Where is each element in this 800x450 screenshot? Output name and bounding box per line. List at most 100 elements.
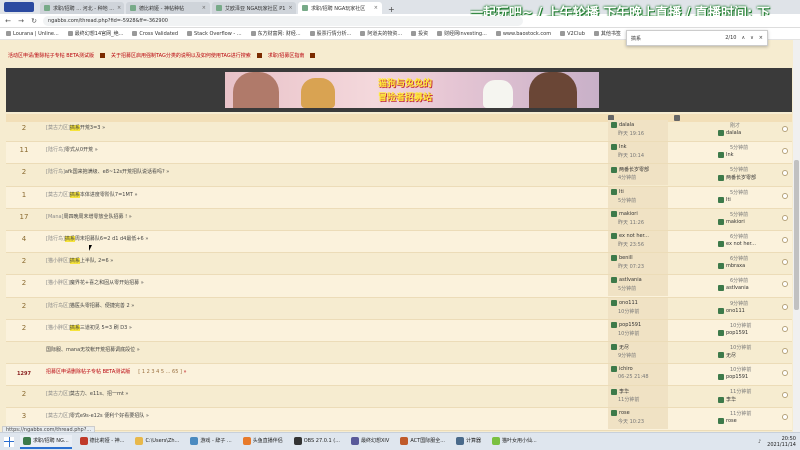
- last-reply-time[interactable]: 刚才: [730, 122, 740, 129]
- author-link[interactable]: Ink: [611, 144, 627, 151]
- open-thread-icon[interactable]: »: [134, 192, 137, 198]
- last-reply-user[interactable]: pop1591: [718, 329, 748, 336]
- author-link[interactable]: ichiro: [611, 366, 633, 373]
- open-thread-icon[interactable]: »: [110, 258, 113, 264]
- thread-title-link[interactable]: 国际服、mana无坟帐开荒招募调底段位 »: [46, 346, 506, 353]
- thread-select-radio[interactable]: [782, 126, 788, 132]
- open-thread-icon[interactable]: »: [146, 413, 149, 419]
- thread-title-link[interactable]: [陆行鸟]搞系周末招募队6=2 d1 d4最低+6 »: [46, 235, 506, 242]
- taskbar-app-button[interactable]: 最终幻想XIV: [348, 435, 392, 449]
- author-link[interactable]: 无尽: [611, 344, 629, 351]
- thread-select-radio[interactable]: [782, 414, 788, 421]
- thread-category[interactable]: [陆行鸟]: [46, 236, 65, 242]
- open-thread-icon[interactable]: »: [141, 280, 144, 286]
- bookmark-item[interactable]: www.baostock.com: [495, 31, 551, 37]
- thread-category[interactable]: [莫古力区]: [46, 192, 70, 198]
- last-reply-user[interactable]: ex not her...: [718, 240, 756, 247]
- thread-category[interactable]: [猫小胖区]: [46, 258, 70, 264]
- open-thread-icon[interactable]: »: [102, 125, 105, 131]
- open-thread-icon[interactable]: »: [145, 236, 148, 242]
- announcement-link[interactable]: 关于招募区启用强制TAG分类的说明以及如何使用TAG进行搜索: [111, 52, 251, 59]
- announcement-link[interactable]: 求职/招募区指南: [268, 52, 305, 59]
- thread-title-link[interactable]: [猫小胖区]魔界花+喜之和固从零开始招募 »: [46, 279, 506, 286]
- last-reply-user[interactable]: astlvania: [718, 285, 749, 292]
- thread-category[interactable]: [莫古力区]: [46, 125, 70, 131]
- last-reply-user[interactable]: Iti: [718, 196, 731, 203]
- tab-close-icon[interactable]: ×: [288, 5, 292, 11]
- last-reply-time[interactable]: 9分钟前: [730, 300, 748, 307]
- browser-tab-2[interactable]: 德比莉娅 - 神帖种帖 ×: [126, 2, 210, 14]
- tab-close-icon[interactable]: ×: [117, 5, 121, 11]
- thread-select-radio[interactable]: [782, 148, 788, 155]
- author-link[interactable]: ono111: [611, 299, 638, 306]
- open-thread-icon[interactable]: »: [129, 214, 132, 220]
- thread-title-link[interactable]: 招募区申请删除帖子专帖 BETA测试版[ 1 2 3 4 5 ... 65 ] …: [46, 368, 506, 375]
- taskbar-app-button[interactable]: OBS 27.0.1 (...: [291, 435, 343, 449]
- last-reply-user[interactable]: makiori: [718, 218, 745, 225]
- taskbar-app-button[interactable]: C:\Users\Zh...: [132, 435, 182, 449]
- last-reply-user[interactable]: 无尽: [718, 352, 736, 359]
- bookmark-item[interactable]: 投资: [411, 30, 428, 37]
- thread-select-radio[interactable]: [782, 347, 788, 354]
- thread-select-radio[interactable]: [782, 281, 788, 288]
- open-thread-icon[interactable]: »: [129, 325, 132, 331]
- page-scrollbar[interactable]: [793, 40, 800, 432]
- author-link[interactable]: Iti: [611, 188, 624, 195]
- clock[interactable]: 20:50 2021/11/14: [767, 436, 796, 448]
- bookmark-item[interactable]: Cross Validated: [132, 31, 178, 37]
- last-reply-user[interactable]: dalala: [718, 130, 741, 136]
- thread-select-radio[interactable]: [782, 325, 788, 332]
- thread-category[interactable]: [莫古力区]: [46, 391, 70, 397]
- forward-icon[interactable]: →: [17, 17, 25, 25]
- last-reply-time[interactable]: 6分钟前: [730, 233, 748, 240]
- windows-start-icon[interactable]: [4, 436, 14, 447]
- taskbar-app-button[interactable]: ACT国际服全...: [397, 435, 448, 449]
- thread-title-link[interactable]: [莫古力区]搞系开荒3=3 »: [46, 124, 506, 131]
- thread-category[interactable]: [陆行鸟]: [46, 169, 65, 175]
- thread-select-radio[interactable]: [782, 214, 788, 221]
- tab-close-icon[interactable]: ×: [202, 5, 206, 11]
- last-reply-user[interactable]: ono111: [718, 307, 745, 314]
- thread-category[interactable]: [Mana]: [46, 214, 64, 220]
- find-prev-icon[interactable]: ∧: [741, 35, 745, 41]
- taskbar-app-button[interactable]: 计算器: [453, 435, 484, 449]
- thread-category[interactable]: [猫小胖区]: [46, 280, 70, 286]
- author-link[interactable]: ex not her...: [611, 232, 649, 239]
- last-reply-time[interactable]: 5分钟前: [730, 144, 748, 151]
- thread-title-link[interactable]: [猫小胖区]搞系上半队, 2=6 »: [46, 257, 506, 265]
- author-link[interactable]: pop1591: [611, 321, 641, 328]
- tab-close-icon[interactable]: ×: [374, 5, 378, 11]
- bookmark-item[interactable]: 最终幻想14官网_绝...: [67, 30, 123, 37]
- last-reply-time[interactable]: 6分钟前: [730, 255, 748, 262]
- last-reply-time[interactable]: 10分钟前: [730, 322, 751, 329]
- last-reply-user[interactable]: 李华: [718, 396, 736, 403]
- last-reply-user[interactable]: mbraxa: [718, 263, 745, 270]
- author-link[interactable]: makiori: [611, 210, 638, 217]
- author-link[interactable]: 李华: [611, 388, 629, 395]
- taskbar-app-button[interactable]: 头鱼直播伴侣: [240, 435, 286, 449]
- taskbar-app-button[interactable]: 求职/招聘 NG...: [20, 434, 72, 449]
- thread-title-link[interactable]: [陆行鸟]零式从0开荒 »: [46, 146, 506, 153]
- last-reply-time[interactable]: 11分钟前: [730, 388, 751, 395]
- thread-title-link[interactable]: [莫古力区]搞系本体进度零阶队7=1MT »: [46, 191, 506, 198]
- last-reply-time[interactable]: 5分钟前: [730, 211, 748, 218]
- last-reply-time[interactable]: 6分钟前: [730, 277, 748, 284]
- find-close-icon[interactable]: ×: [759, 35, 763, 41]
- open-thread-icon[interactable]: »: [137, 347, 140, 353]
- recruitment-banner-image[interactable]: 猫狗与兔兔的 冒险者招募站: [225, 72, 599, 108]
- thread-title-link[interactable]: [猫小胖区]搞系三道初见 5=3 刷 D3 »: [46, 324, 506, 331]
- bookmark-item[interactable]: V2Club: [560, 31, 585, 37]
- volume-icon[interactable]: ♪: [758, 439, 761, 445]
- open-thread-icon[interactable]: »: [166, 169, 169, 175]
- scrollbar-thumb[interactable]: [794, 160, 799, 310]
- thread-title-link[interactable]: [陆行鸟区]猫医头零招募、便捷完善 2 »: [46, 302, 506, 309]
- thread-category[interactable]: [猫小胖区]: [46, 325, 70, 331]
- reload-icon[interactable]: ↻: [30, 17, 38, 25]
- thread-select-radio[interactable]: [782, 370, 788, 377]
- new-tab-button[interactable]: +: [384, 5, 399, 14]
- open-thread-icon[interactable]: »: [125, 391, 128, 397]
- url-input[interactable]: ngabbs.com/thread.php?fid=-5928&ff=-3629…: [43, 15, 523, 26]
- back-icon[interactable]: ←: [4, 17, 12, 25]
- last-reply-user[interactable]: 两番长岁零部: [718, 174, 756, 181]
- browser-tab-4[interactable]: 求职/招聘 NGA玩家社区 ×: [298, 2, 382, 14]
